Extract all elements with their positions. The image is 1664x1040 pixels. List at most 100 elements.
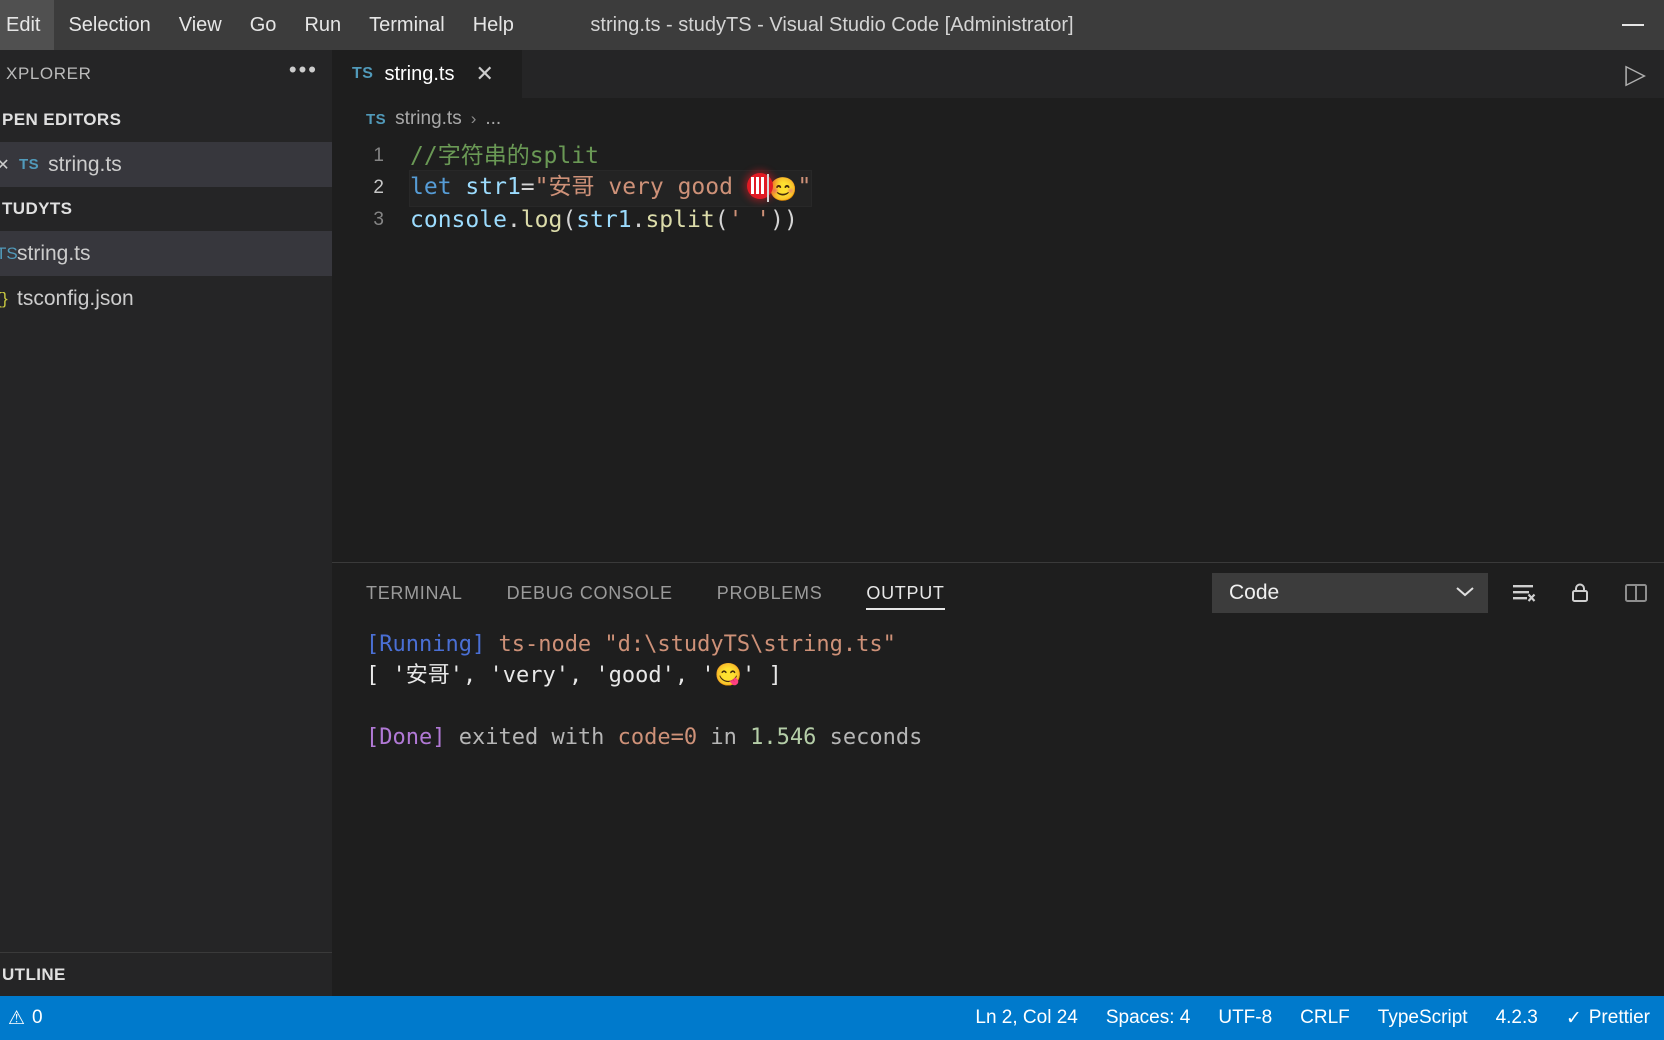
title-bar: Edit Selection View Go Run Terminal Help…: [0, 0, 1664, 50]
output-channel-select[interactable]: Code: [1212, 573, 1488, 613]
code-token: ' ': [728, 207, 771, 233]
folder-section-header[interactable]: TUDYTS: [0, 187, 332, 231]
outline-section-header[interactable]: UTLINE: [0, 952, 332, 996]
breadcrumb-file[interactable]: string.ts: [395, 108, 462, 130]
menu-item-terminal[interactable]: Terminal: [355, 0, 459, 50]
file-label-tsconfig-json: tsconfig.json: [17, 286, 134, 310]
menu-bar: Edit Selection View Go Run Terminal Help: [0, 0, 528, 50]
code-line-text: console.log(str1.split(' ')): [410, 204, 798, 236]
output-running-command: ts-node "d:\studyTS\string.ts": [485, 632, 896, 657]
code-line[interactable]: 2 let str1="安哥 very good 😊": [332, 169, 1664, 207]
code-token: .: [506, 207, 521, 233]
clear-output-icon[interactable]: [1504, 573, 1544, 613]
status-problems[interactable]: ⚠ 0: [0, 996, 57, 1040]
menu-item-go[interactable]: Go: [236, 0, 291, 50]
explorer-title: XPLORER: [6, 64, 92, 83]
output-result-line: [ '安哥', 'very', 'good', '😋' ]: [366, 663, 782, 688]
menu-item-edit[interactable]: Edit: [0, 0, 55, 50]
code-token: ": [797, 173, 812, 200]
close-icon[interactable]: ✕: [475, 63, 493, 85]
output-duration: 1.546: [750, 725, 817, 750]
file-item-string-ts[interactable]: TS string.ts: [0, 231, 332, 276]
code-token: str1: [465, 173, 521, 200]
open-editor-item-string-ts[interactable]: ✕ TS string.ts: [0, 142, 332, 187]
tab-output[interactable]: OUTPUT: [866, 563, 945, 623]
lock-icon[interactable]: [1560, 573, 1600, 613]
output-done-text: exited with: [445, 725, 618, 750]
status-prettier[interactable]: ✓ Prettier: [1552, 996, 1664, 1040]
breadcrumb: TS string.ts › ...: [332, 98, 1664, 140]
file-item-tsconfig-json[interactable]: {} tsconfig.json: [0, 276, 332, 321]
status-prettier-label: Prettier: [1588, 1007, 1650, 1028]
editor-tab-string-ts[interactable]: TS string.ts ✕: [332, 50, 522, 98]
menu-item-run[interactable]: Run: [290, 0, 355, 50]
editor-scrollbar[interactable]: [1650, 140, 1664, 562]
line-number: 2: [373, 177, 384, 198]
tab-terminal[interactable]: TERMINAL: [366, 563, 463, 623]
code-token: console: [410, 207, 507, 233]
minimize-icon: [1622, 24, 1644, 26]
output-duration-unit: seconds: [816, 725, 923, 750]
warning-icon: ⚠: [8, 1007, 26, 1029]
status-problems-count: 0: [32, 1007, 43, 1028]
code-token: //字符串的split: [410, 143, 599, 169]
editor-tab-label: string.ts: [384, 62, 455, 85]
editor-group: TS string.ts ✕ ▷ TS string.ts › ... 1 //字…: [332, 50, 1664, 996]
json-file-icon: {}: [0, 288, 8, 308]
editor-tab-bar: TS string.ts ✕ ▷: [332, 50, 1664, 98]
status-right: Ln 2, Col 24 Spaces: 4 UTF-8 CRLF TypeSc…: [961, 996, 1664, 1040]
code-token: (: [562, 207, 577, 233]
status-language-mode[interactable]: TypeScript: [1364, 996, 1482, 1040]
menu-item-selection[interactable]: Selection: [54, 0, 164, 50]
split-panel-icon[interactable]: [1616, 573, 1656, 613]
code-token: =: [520, 173, 535, 200]
more-actions-icon[interactable]: •••: [289, 59, 318, 89]
breadcrumb-symbols[interactable]: ...: [485, 108, 501, 130]
panel-tab-bar: TERMINAL DEBUG CONSOLE PROBLEMS OUTPUT C…: [332, 563, 1664, 623]
file-label-string-ts: string.ts: [17, 241, 91, 265]
output-done-in: in: [697, 725, 751, 750]
close-editor-icon[interactable]: ✕: [0, 155, 10, 175]
minimize-button[interactable]: [1602, 0, 1664, 50]
editor-actions: ▷: [1625, 50, 1664, 98]
code-line[interactable]: 3 console.log(str1.split(' ')): [332, 204, 1664, 236]
text-cursor: [766, 173, 769, 202]
panel-actions: Code: [1212, 563, 1656, 623]
output-content[interactable]: [Running] ts-node "d:\studyTS\string.ts"…: [332, 623, 1664, 996]
code-line-text: let str1="安哥 very good 😊": [408, 169, 813, 207]
status-eol[interactable]: CRLF: [1286, 996, 1364, 1040]
bottom-panel: TERMINAL DEBUG CONSOLE PROBLEMS OUTPUT C…: [332, 562, 1664, 996]
typescript-file-icon: TS: [0, 243, 18, 263]
vscode-window: Edit Selection View Go Run Terminal Help…: [0, 0, 1664, 1040]
workbench-body: XPLORER ••• PEN EDITORS ✕ TS string.ts T…: [0, 50, 1664, 996]
output-exit-code: code=0: [617, 725, 698, 750]
check-icon: ✓: [1565, 1007, 1582, 1029]
status-encoding[interactable]: UTF-8: [1204, 996, 1286, 1040]
typescript-file-icon: TS: [19, 156, 40, 173]
emoji-glyph: 😊: [768, 176, 798, 203]
chevron-down-icon: [1455, 585, 1475, 602]
status-left: ⚠ 0: [0, 996, 57, 1040]
line-number: 3: [373, 209, 384, 230]
menu-item-view[interactable]: View: [165, 0, 236, 50]
menu-item-help[interactable]: Help: [459, 0, 528, 50]
recording-indicator-icon: [746, 172, 773, 199]
code-token: log: [520, 207, 563, 233]
code-lines: 1//字符串的split 2 let str1="安哥 very good 😊" 3 c…: [332, 140, 1664, 236]
run-code-icon[interactable]: ▷: [1625, 60, 1646, 88]
code-editor[interactable]: 1//字符串的split 2 let str1="安哥 very good 😊" 3 c…: [332, 140, 1664, 562]
code-line[interactable]: 1 //字符串的split: [332, 140, 1664, 172]
output-done-tag: [Done]: [366, 725, 446, 750]
tab-problems[interactable]: PROBLEMS: [717, 563, 823, 623]
tab-debug-console[interactable]: DEBUG CONSOLE: [507, 563, 673, 623]
code-token: let: [410, 173, 452, 200]
status-cursor-position[interactable]: Ln 2, Col 24: [961, 996, 1091, 1040]
status-bar: ⚠ 0 Ln 2, Col 24 Spaces: 4 UTF-8 CRLF Ty…: [0, 996, 1664, 1040]
status-typescript-version[interactable]: 4.2.3: [1482, 996, 1552, 1040]
output-channel-value: Code: [1229, 581, 1280, 604]
open-editors-section-header[interactable]: PEN EDITORS: [0, 98, 332, 142]
output-running-tag: [Running]: [366, 632, 486, 657]
status-indentation[interactable]: Spaces: 4: [1092, 996, 1205, 1040]
chevron-right-icon: ›: [470, 109, 477, 128]
